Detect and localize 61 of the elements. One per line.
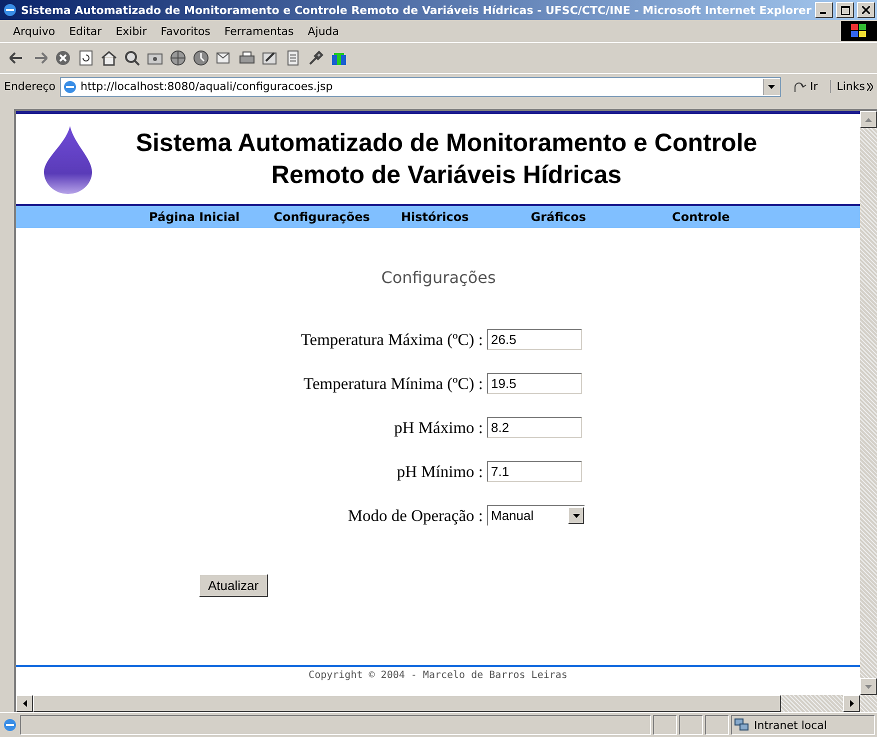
address-label: Endereço: [4, 80, 56, 93]
caret-icon: [768, 84, 776, 88]
menu-item[interactable]: Ajuda: [300, 24, 346, 38]
menu-item[interactable]: Favoritos: [154, 24, 218, 38]
address-field[interactable]: http://localhost:8080/aquali/configuracoes.jsp: [60, 76, 781, 96]
scroll-up-button[interactable]: [860, 111, 877, 128]
nav-link[interactable]: Página Inicial: [149, 210, 240, 224]
scroll-down-button[interactable]: [860, 678, 877, 695]
maximize-icon: [840, 6, 850, 14]
menu-item[interactable]: Exibir: [108, 24, 154, 38]
window-title: Sistema Automatizado de Monitoramento e Controle Remoto de Variáveis Hídricas - UFSC/CTC/INE - Microsoft Internet Explorer: [21, 4, 812, 16]
windows-logo-icon: [841, 21, 877, 41]
refresh-icon[interactable]: [77, 49, 95, 67]
up-arrow-icon: [865, 118, 872, 122]
scroll-right-button[interactable]: [843, 695, 860, 712]
menu-item[interactable]: Ferramentas: [217, 24, 301, 38]
scroll-left-button[interactable]: [16, 695, 33, 712]
zone-label: Intranet local: [754, 718, 827, 732]
nav-link[interactable]: Configurações: [274, 210, 370, 224]
text-field[interactable]: 19.5: [487, 373, 582, 394]
update-button[interactable]: Atualizar: [199, 574, 268, 597]
status-panel: [653, 715, 677, 735]
search-icon[interactable]: [123, 49, 141, 67]
text-field[interactable]: 7.1: [487, 461, 582, 482]
field-label: Temperatura Mínima (ºC) :: [302, 374, 483, 394]
nav-link[interactable]: Históricos: [400, 210, 469, 224]
chevron-icon: [867, 82, 873, 90]
page-heading: Configurações: [380, 268, 497, 287]
links-button[interactable]: Links: [830, 80, 873, 93]
field-label: Temperatura Máxima (ºC) :: [300, 330, 483, 350]
go-button[interactable]: Ir: [784, 80, 826, 93]
dropdown-field[interactable]: Manual: [487, 505, 585, 526]
field-label: pH Mínimo :: [396, 462, 483, 482]
field-label: Modo de Operação :: [346, 506, 483, 526]
menu-item[interactable]: Arquivo: [6, 24, 62, 38]
right-arrow-icon: [850, 700, 854, 707]
nav-link[interactable]: Controle: [672, 210, 730, 224]
home-icon[interactable]: [100, 49, 118, 67]
site-title: Sistema Automatizado de Monitoramento e Controle Remoto de Variáveis Hídricas: [134, 128, 758, 191]
text-field[interactable]: 8.2: [487, 417, 582, 438]
nav-link[interactable]: Gráficos: [530, 210, 586, 224]
dropdown-button[interactable]: [762, 78, 780, 94]
field-label: pH Máximo :: [393, 418, 483, 438]
status-panel: [679, 715, 703, 735]
left-arrow-icon: [22, 700, 26, 707]
minimize-button[interactable]: [815, 2, 833, 18]
tools-icon[interactable]: [307, 49, 325, 67]
status-panel: [705, 715, 729, 735]
clock-icon[interactable]: [192, 49, 210, 67]
close-button[interactable]: [857, 2, 875, 18]
text-field[interactable]: 26.5: [487, 329, 582, 350]
maximize-button[interactable]: [836, 2, 854, 18]
globe-icon[interactable]: [169, 49, 187, 67]
scrollbar-thumb[interactable]: [33, 695, 781, 712]
stop-icon[interactable]: [54, 49, 72, 67]
close-icon: [862, 6, 870, 14]
caret-icon: [572, 514, 580, 518]
curved-arrow-icon: [792, 80, 807, 92]
network-icon: [734, 718, 750, 732]
down-arrow-icon: [865, 684, 872, 688]
menu-item[interactable]: Editar: [62, 24, 109, 38]
